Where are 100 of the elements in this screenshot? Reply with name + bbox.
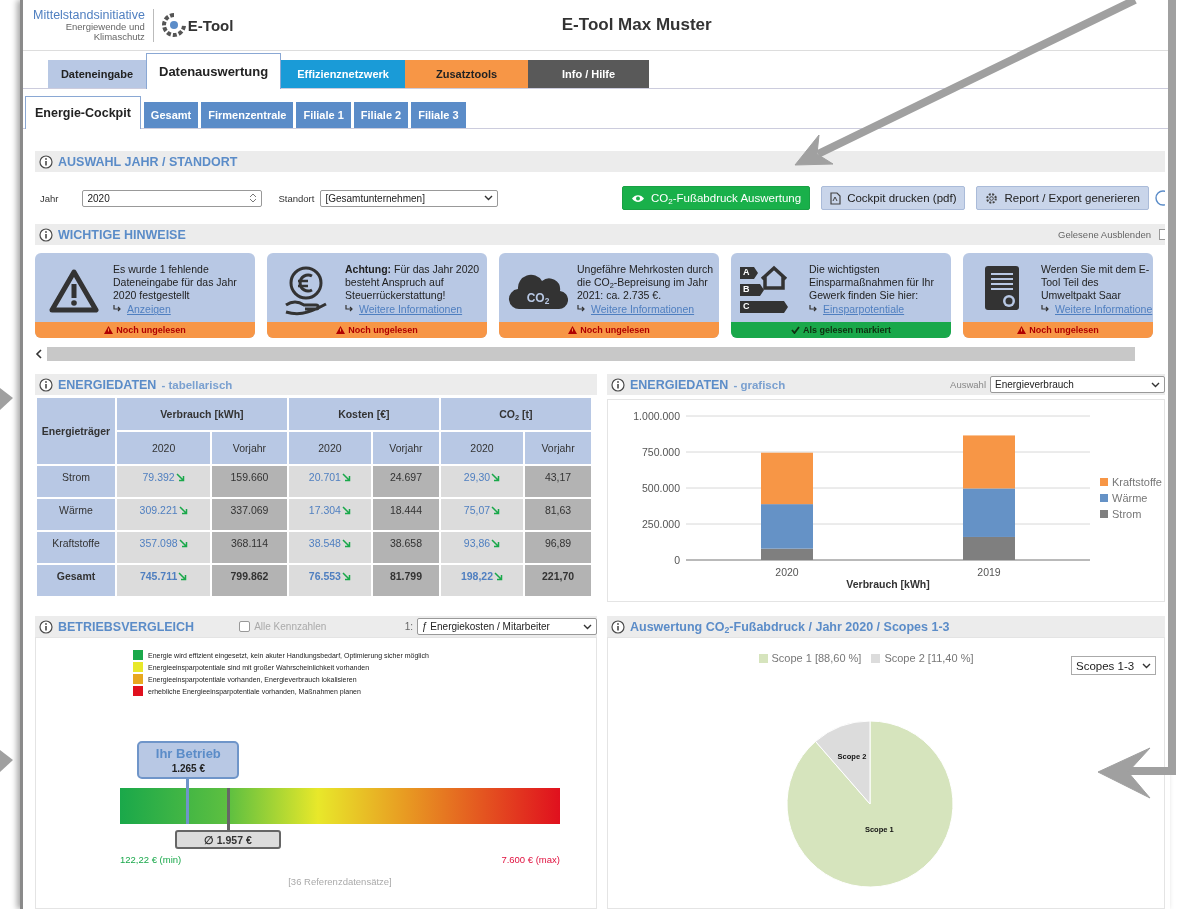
notice-text: Achtung: Für das Jahr 2020 besteht Anspruch auf Steuerrückerstattung!: [345, 263, 481, 303]
annotation-arrow: [0, 388, 13, 410]
status-bar[interactable]: Noch ungelesen: [267, 322, 487, 338]
cell-value: 79.392: [142, 471, 175, 483]
notice-link[interactable]: Weitere Informationen: [359, 303, 463, 316]
section-subtitle: - grafisch: [733, 378, 786, 391]
chevron-down-icon: [484, 195, 494, 201]
info-icon[interactable]: [39, 619, 53, 634]
return-arrow-icon: [345, 305, 354, 314]
action-button[interactable]: CO$_{2}$-Fußabdruck Auswertung: [621, 186, 811, 210]
scrollbar[interactable]: [47, 347, 1135, 361]
info-icon[interactable]: [39, 154, 53, 169]
column-header: Energieträger: [37, 398, 115, 464]
trend-down-icon: [341, 538, 351, 548]
logo-text: E-Tool: [187, 16, 234, 34]
year-field[interactable]: 2020: [82, 189, 263, 207]
field-label: Standort: [278, 192, 315, 204]
sub-tab[interactable]: Gesamt: [143, 102, 199, 128]
action-button[interactable]: Report / Export generieren: [976, 186, 1149, 210]
bar-segment: [761, 452, 813, 505]
axis-tick-label: 2019: [977, 566, 1001, 578]
field-label: Auswahl: [950, 379, 986, 390]
axis-title: Verbrauch [kWh]: [846, 578, 930, 590]
cell-value: 198,22: [460, 570, 494, 582]
section-title: ENERGIEDATEN: [58, 377, 157, 392]
main-tab[interactable]: Zusatztools: [405, 60, 529, 89]
field-label: 1:: [404, 621, 413, 632]
chart-select[interactable]: Energieverbrauch: [990, 376, 1165, 393]
info-icon[interactable]: [611, 377, 625, 392]
axis-tick-label: 250.000: [642, 518, 680, 530]
notice-link[interactable]: Weitere Informatione: [1055, 303, 1153, 316]
legend-label: Strom: [1112, 508, 1142, 520]
warning-icon: [1017, 326, 1027, 334]
info-icon[interactable]: [39, 227, 53, 242]
info-icon[interactable]: [611, 619, 625, 634]
notice-link[interactable]: Einsparpotentiale: [823, 303, 905, 316]
status-bar[interactable]: Als gelesen markiert: [731, 322, 951, 338]
logo-text: Mittelstandsinitiative: [33, 8, 145, 22]
row-header: Gesamt: [37, 565, 115, 596]
help-icon[interactable]: [1155, 190, 1165, 206]
axis-tick-label: 2020: [775, 566, 799, 578]
scope-select[interactable]: Scopes 1-3: [1071, 656, 1156, 675]
notice-text: Die wichtigsten Einsparmaßnahmen für Ihr Gewerk finden Sie hier:: [809, 263, 935, 303]
main-tab[interactable]: Datenauswertung: [146, 53, 282, 90]
axis-tick-label: 1.000.000: [633, 410, 680, 422]
location-select[interactable]: [Gesamtunternehmen]: [320, 189, 499, 207]
main-tab[interactable]: Info / Hilfe: [528, 60, 650, 89]
status-bar[interactable]: Noch ungelesen: [963, 322, 1153, 338]
section-title: Auswertung CO$_{2}$-Fußabdruck / Jahr 2020 / Scopes 1-3: [630, 619, 950, 634]
metric-select[interactable]: ƒ Energiekosten / Mitarbeiter: [417, 618, 597, 635]
logo-text: Klimaschutz: [93, 31, 145, 42]
sub-tab[interactable]: Filiale 1: [296, 102, 351, 128]
cell-value: 309.221: [139, 504, 178, 516]
eye-icon: [630, 193, 645, 203]
row-header: Wärme: [37, 499, 115, 530]
status-bar[interactable]: Noch ungelesen: [35, 322, 255, 338]
table-cell: 81,63: [525, 499, 591, 530]
info-icon[interactable]: [39, 377, 53, 392]
column-header: Vorjahr: [373, 432, 439, 464]
checkbox[interactable]: [239, 621, 251, 632]
notice-text: Werden Sie mit dem E-Tool Teil des Umweltpakt Saar: [1041, 263, 1151, 303]
trend-down-icon: [178, 571, 188, 581]
main-tab[interactable]: Dateneingabe: [48, 60, 146, 89]
checkbox[interactable]: [1159, 229, 1165, 240]
table-cell: 799.862: [212, 565, 287, 596]
annotation-arrow: [0, 750, 13, 772]
column-header: Vorjahr: [525, 432, 591, 464]
section-title: WICHTIGE HINWEISE: [58, 227, 186, 242]
logo-text: Energiewende und: [65, 21, 145, 32]
cell-value: 17.304: [308, 504, 341, 516]
notice-link[interactable]: Weitere Informationen: [591, 303, 695, 316]
action-button[interactable]: Cockpit drucken (pdf): [821, 186, 966, 210]
axis-tick-label: 500.000: [642, 482, 680, 494]
settings-icon: [985, 191, 999, 205]
trend-down-icon: [491, 505, 501, 515]
return-arrow-icon: [1041, 305, 1050, 314]
table-cell: 38.658: [373, 532, 439, 563]
scroll-left-icon[interactable]: [35, 349, 43, 359]
logo-icon: [161, 13, 186, 38]
notice-link[interactable]: Anzeigen: [127, 303, 171, 316]
sub-tab[interactable]: Filiale 3: [411, 102, 466, 128]
document-icon: [830, 191, 842, 205]
main-tab[interactable]: Effizienznetzwerk: [281, 60, 406, 89]
bar-segment: [963, 435, 1015, 489]
column-header: CO$_{2}$ [t]: [440, 398, 591, 430]
field-label: Jahr: [40, 192, 59, 204]
coin-hand-icon: [283, 264, 329, 317]
return-arrow-icon: [577, 305, 586, 314]
status-bar[interactable]: Noch ungelesen: [499, 322, 719, 338]
status-text: Noch ungelesen: [348, 325, 418, 335]
sub-tab[interactable]: Filiale 2: [353, 102, 409, 128]
legend-swatch: [1100, 494, 1108, 502]
window-title: E-Tool Max Muster: [560, 15, 713, 36]
sub-tab[interactable]: Firmenzentrale: [201, 102, 294, 128]
table-cell: 96,89: [525, 532, 591, 563]
legend-label: Kraftstoffe: [1112, 476, 1162, 488]
status-text: Noch ungelesen: [1029, 325, 1099, 335]
sub-tab[interactable]: Energie-Cockpit: [25, 96, 141, 129]
table-cell: 368.114: [212, 532, 287, 563]
column-header: Vorjahr: [212, 432, 287, 464]
